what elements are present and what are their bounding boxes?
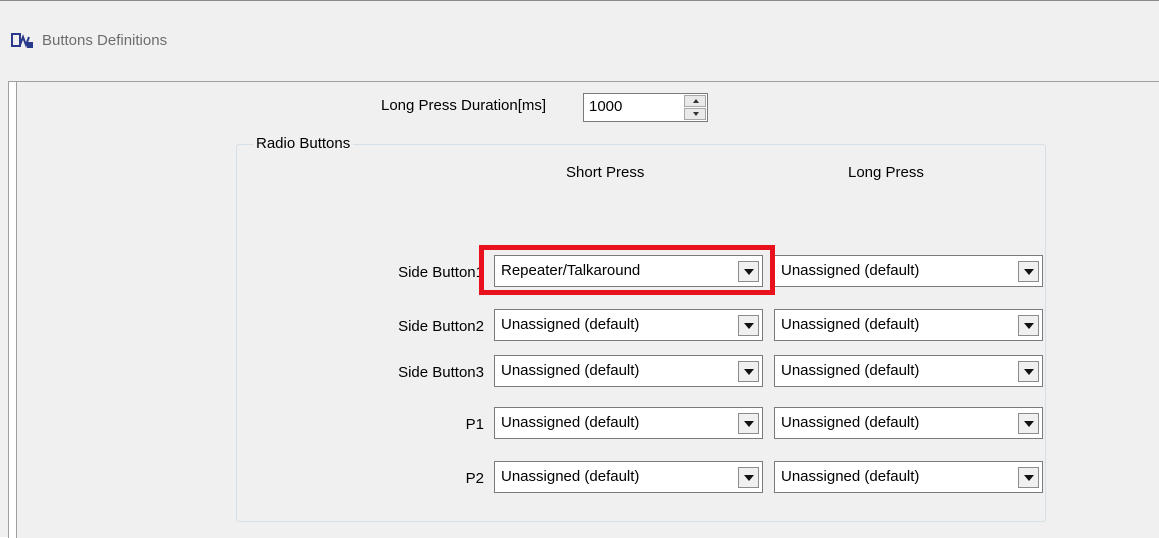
side-button1-long-press-select[interactable]: Unassigned (default) bbox=[774, 255, 1043, 287]
p1-long-press-select[interactable]: Unassigned (default) bbox=[774, 407, 1043, 439]
buttons-definitions-window: Buttons Definitions Long Press Duration[… bbox=[0, 0, 1159, 538]
spinner-buttons bbox=[684, 95, 706, 120]
long-press-column-header: Long Press bbox=[848, 164, 924, 181]
row-label-p2: P2 bbox=[465, 470, 484, 487]
window-title: Buttons Definitions bbox=[42, 32, 168, 49]
short-press-column-header: Short Press bbox=[566, 164, 645, 181]
combo-value: Unassigned (default) bbox=[501, 316, 640, 333]
chevron-down-icon[interactable] bbox=[1018, 467, 1039, 488]
title-bar: Buttons Definitions bbox=[0, 1, 1159, 81]
combo-value: Unassigned (default) bbox=[781, 468, 920, 485]
p2-short-press-select[interactable]: Unassigned (default) bbox=[494, 461, 763, 493]
chevron-down-icon[interactable] bbox=[1018, 261, 1039, 282]
side-button3-short-press-select[interactable]: Unassigned (default) bbox=[494, 355, 763, 387]
combo-value: Unassigned (default) bbox=[781, 316, 920, 333]
combo-value: Unassigned (default) bbox=[501, 362, 640, 379]
chevron-down-icon[interactable] bbox=[738, 315, 759, 336]
long-press-duration-value[interactable]: 1000 bbox=[589, 97, 622, 117]
chevron-down-icon[interactable] bbox=[738, 467, 759, 488]
chevron-down-icon[interactable] bbox=[738, 413, 759, 434]
p1-short-press-select[interactable]: Unassigned (default) bbox=[494, 407, 763, 439]
p2-long-press-select[interactable]: Unassigned (default) bbox=[774, 461, 1043, 493]
buttons-definitions-icon bbox=[11, 33, 33, 48]
combo-value: Unassigned (default) bbox=[781, 414, 920, 431]
chevron-down-icon[interactable] bbox=[738, 361, 759, 382]
combo-value: Unassigned (default) bbox=[501, 414, 640, 431]
combo-value: Unassigned (default) bbox=[781, 362, 920, 379]
radio-buttons-group-label: Radio Buttons bbox=[253, 134, 354, 154]
combo-value: Repeater/Talkaround bbox=[501, 262, 641, 279]
chevron-down-icon[interactable] bbox=[1018, 413, 1039, 434]
side-button2-long-press-select[interactable]: Unassigned (default) bbox=[774, 309, 1043, 341]
long-press-duration-label: Long Press Duration[ms] bbox=[381, 97, 547, 114]
row-label-side-button2: Side Button2 bbox=[398, 318, 484, 335]
row-label-side-button1: Side Button1 bbox=[398, 264, 484, 281]
chevron-down-icon[interactable] bbox=[1018, 315, 1039, 336]
spin-down-icon[interactable] bbox=[684, 108, 706, 120]
chevron-down-icon[interactable] bbox=[1018, 361, 1039, 382]
combo-value: Unassigned (default) bbox=[781, 262, 920, 279]
long-press-duration-spinner[interactable]: 1000 bbox=[583, 93, 708, 122]
side-button2-short-press-select[interactable]: Unassigned (default) bbox=[494, 309, 763, 341]
row-label-side-button3: Side Button3 bbox=[398, 364, 484, 381]
side-button1-short-press-select[interactable]: Repeater/Talkaround bbox=[494, 255, 763, 287]
chevron-down-icon[interactable] bbox=[738, 261, 759, 282]
side-button3-long-press-select[interactable]: Unassigned (default) bbox=[774, 355, 1043, 387]
spin-up-icon[interactable] bbox=[684, 95, 706, 107]
row-label-p1: P1 bbox=[465, 416, 484, 433]
combo-value: Unassigned (default) bbox=[501, 468, 640, 485]
